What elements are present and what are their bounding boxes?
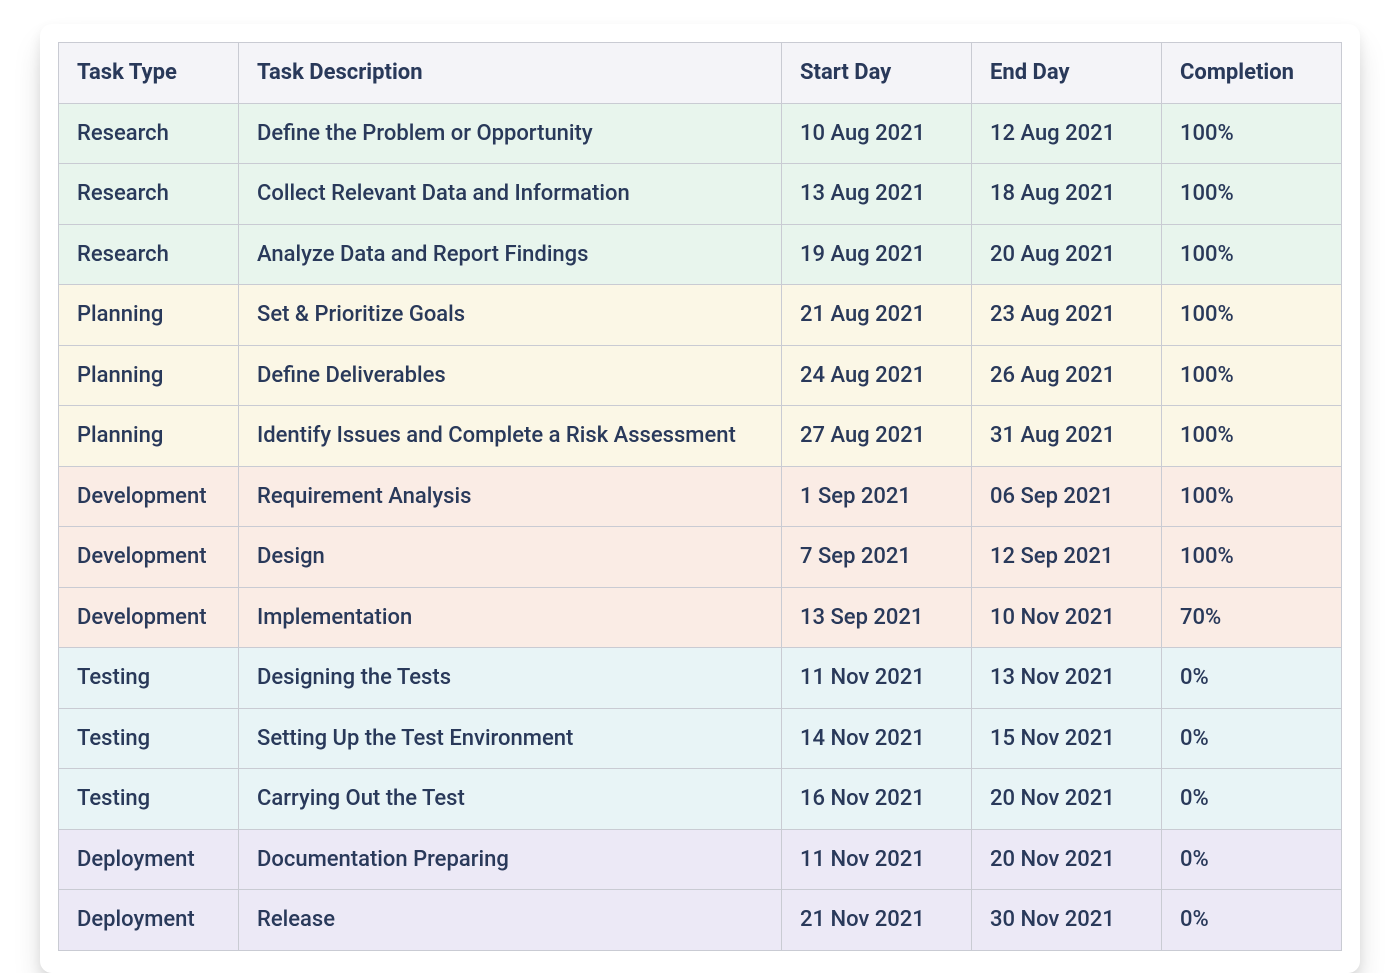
cell-end-day: 26 Aug 2021 xyxy=(972,345,1162,406)
cell-end-day: 23 Aug 2021 xyxy=(972,285,1162,346)
cell-completion: 0% xyxy=(1162,890,1342,951)
table-row: PlanningSet & Prioritize Goals21 Aug 202… xyxy=(59,285,1342,346)
cell-task-description: Carrying Out the Test xyxy=(239,769,782,830)
cell-task-description: Analyze Data and Report Findings xyxy=(239,224,782,285)
task-table-body: ResearchDefine the Problem or Opportunit… xyxy=(59,103,1342,950)
cell-start-day: 7 Sep 2021 xyxy=(782,527,972,588)
cell-completion: 100% xyxy=(1162,406,1342,467)
cell-completion: 70% xyxy=(1162,587,1342,648)
table-header-row: Task Type Task Description Start Day End… xyxy=(59,43,1342,104)
cell-completion: 100% xyxy=(1162,466,1342,527)
col-header-task-description: Task Description xyxy=(239,43,782,104)
cell-completion: 100% xyxy=(1162,527,1342,588)
cell-start-day: 19 Aug 2021 xyxy=(782,224,972,285)
cell-start-day: 24 Aug 2021 xyxy=(782,345,972,406)
cell-task-type: Planning xyxy=(59,406,239,467)
table-row: ResearchCollect Relevant Data and Inform… xyxy=(59,164,1342,225)
cell-task-description: Design xyxy=(239,527,782,588)
cell-task-description: Designing the Tests xyxy=(239,648,782,709)
cell-end-day: 30 Nov 2021 xyxy=(972,890,1162,951)
cell-task-description: Release xyxy=(239,890,782,951)
table-row: ResearchDefine the Problem or Opportunit… xyxy=(59,103,1342,164)
cell-task-description: Set & Prioritize Goals xyxy=(239,285,782,346)
cell-start-day: 11 Nov 2021 xyxy=(782,829,972,890)
cell-end-day: 18 Aug 2021 xyxy=(972,164,1162,225)
table-row: DevelopmentRequirement Analysis1 Sep 202… xyxy=(59,466,1342,527)
table-row: DeploymentDocumentation Preparing11 Nov … xyxy=(59,829,1342,890)
page: Task Type Task Description Start Day End… xyxy=(0,0,1400,962)
task-table-card: Task Type Task Description Start Day End… xyxy=(40,24,1360,973)
cell-task-type: Research xyxy=(59,164,239,225)
table-row: TestingDesigning the Tests11 Nov 202113 … xyxy=(59,648,1342,709)
cell-start-day: 13 Sep 2021 xyxy=(782,587,972,648)
cell-start-day: 27 Aug 2021 xyxy=(782,406,972,467)
table-row: TestingCarrying Out the Test16 Nov 20212… xyxy=(59,769,1342,830)
cell-end-day: 12 Sep 2021 xyxy=(972,527,1162,588)
table-row: DeploymentRelease21 Nov 202130 Nov 20210… xyxy=(59,890,1342,951)
cell-start-day: 1 Sep 2021 xyxy=(782,466,972,527)
cell-start-day: 13 Aug 2021 xyxy=(782,164,972,225)
table-row: TestingSetting Up the Test Environment14… xyxy=(59,708,1342,769)
cell-completion: 0% xyxy=(1162,708,1342,769)
cell-task-type: Research xyxy=(59,103,239,164)
cell-task-description: Identify Issues and Complete a Risk Asse… xyxy=(239,406,782,467)
col-header-task-type: Task Type xyxy=(59,43,239,104)
cell-completion: 100% xyxy=(1162,224,1342,285)
col-header-end-day: End Day xyxy=(972,43,1162,104)
cell-task-type: Research xyxy=(59,224,239,285)
cell-task-type: Development xyxy=(59,466,239,527)
col-header-completion: Completion xyxy=(1162,43,1342,104)
cell-end-day: 06 Sep 2021 xyxy=(972,466,1162,527)
cell-task-type: Testing xyxy=(59,708,239,769)
cell-completion: 100% xyxy=(1162,164,1342,225)
cell-start-day: 14 Nov 2021 xyxy=(782,708,972,769)
cell-end-day: 13 Nov 2021 xyxy=(972,648,1162,709)
col-header-start-day: Start Day xyxy=(782,43,972,104)
cell-end-day: 20 Aug 2021 xyxy=(972,224,1162,285)
cell-start-day: 11 Nov 2021 xyxy=(782,648,972,709)
cell-end-day: 31 Aug 2021 xyxy=(972,406,1162,467)
task-table: Task Type Task Description Start Day End… xyxy=(58,42,1342,951)
cell-task-type: Testing xyxy=(59,769,239,830)
task-table-head: Task Type Task Description Start Day End… xyxy=(59,43,1342,104)
cell-end-day: 20 Nov 2021 xyxy=(972,829,1162,890)
cell-task-type: Development xyxy=(59,527,239,588)
cell-task-description: Define Deliverables xyxy=(239,345,782,406)
cell-start-day: 21 Aug 2021 xyxy=(782,285,972,346)
cell-task-description: Documentation Preparing xyxy=(239,829,782,890)
table-row: ResearchAnalyze Data and Report Findings… xyxy=(59,224,1342,285)
cell-end-day: 20 Nov 2021 xyxy=(972,769,1162,830)
cell-end-day: 10 Nov 2021 xyxy=(972,587,1162,648)
cell-task-type: Planning xyxy=(59,345,239,406)
cell-completion: 100% xyxy=(1162,285,1342,346)
cell-completion: 100% xyxy=(1162,103,1342,164)
table-row: PlanningDefine Deliverables24 Aug 202126… xyxy=(59,345,1342,406)
cell-task-type: Testing xyxy=(59,648,239,709)
cell-completion: 0% xyxy=(1162,648,1342,709)
table-row: PlanningIdentify Issues and Complete a R… xyxy=(59,406,1342,467)
cell-completion: 100% xyxy=(1162,345,1342,406)
table-row: DevelopmentImplementation13 Sep 202110 N… xyxy=(59,587,1342,648)
table-row: DevelopmentDesign7 Sep 202112 Sep 202110… xyxy=(59,527,1342,588)
cell-task-description: Implementation xyxy=(239,587,782,648)
cell-task-type: Deployment xyxy=(59,890,239,951)
cell-task-type: Deployment xyxy=(59,829,239,890)
cell-task-description: Define the Problem or Opportunity xyxy=(239,103,782,164)
cell-task-description: Setting Up the Test Environment xyxy=(239,708,782,769)
cell-task-description: Collect Relevant Data and Information xyxy=(239,164,782,225)
cell-completion: 0% xyxy=(1162,829,1342,890)
cell-task-type: Planning xyxy=(59,285,239,346)
cell-end-day: 15 Nov 2021 xyxy=(972,708,1162,769)
cell-task-type: Development xyxy=(59,587,239,648)
cell-start-day: 21 Nov 2021 xyxy=(782,890,972,951)
cell-start-day: 10 Aug 2021 xyxy=(782,103,972,164)
cell-completion: 0% xyxy=(1162,769,1342,830)
cell-start-day: 16 Nov 2021 xyxy=(782,769,972,830)
cell-task-description: Requirement Analysis xyxy=(239,466,782,527)
cell-end-day: 12 Aug 2021 xyxy=(972,103,1162,164)
